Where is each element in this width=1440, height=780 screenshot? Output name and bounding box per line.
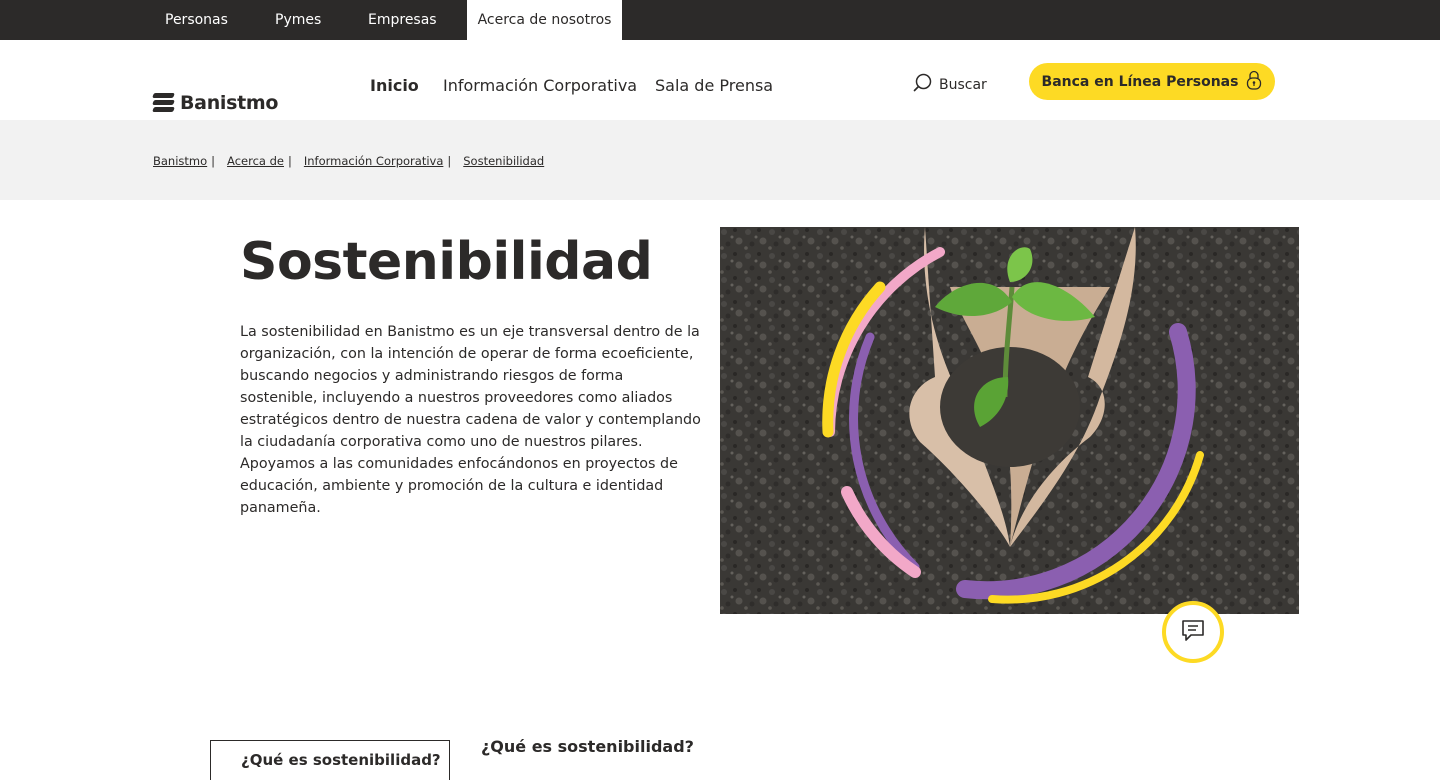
breadcrumb-separator: | (211, 154, 216, 168)
page-title: Sostenibilidad (240, 232, 653, 292)
segment-bar: Personas Pymes Empresas Acerca de nosotr… (0, 0, 1440, 40)
segment-acerca-de-nosotros[interactable]: Acerca de nosotros (467, 0, 622, 40)
nav-sala-de-prensa[interactable]: Sala de Prensa (655, 76, 773, 95)
online-banking-button[interactable]: Banca en Línea Personas (1029, 63, 1275, 100)
segment-personas[interactable]: Personas (165, 0, 228, 40)
hero-image-seedling (720, 227, 1299, 614)
search-icon (913, 73, 933, 97)
banistmo-logo-icon (152, 93, 175, 113)
section-heading: ¿Qué es sostenibilidad? (481, 737, 694, 756)
lock-icon (1246, 70, 1262, 94)
banistmo-logo[interactable]: Banistmo (152, 92, 279, 114)
chat-icon (1179, 616, 1207, 648)
nav-inicio[interactable]: Inicio (370, 76, 419, 95)
breadcrumb-sostenibilidad[interactable]: Sostenibilidad (463, 154, 544, 168)
tab-que-es-sostenibilidad[interactable]: ¿Qué es sostenibilidad? (210, 740, 450, 780)
segment-empresas[interactable]: Empresas (368, 0, 437, 40)
search-label: Buscar (939, 77, 987, 93)
breadcrumb-acerca-de[interactable]: Acerca de (227, 154, 284, 168)
online-banking-label: Banca en Línea Personas (1041, 73, 1239, 90)
breadcrumb-informacion-corporativa[interactable]: Información Corporativa (304, 154, 444, 168)
site-header: Banistmo Inicio Información Corporativa … (0, 40, 1440, 120)
breadcrumb-separator: | (447, 154, 452, 168)
breadcrumb-banistmo[interactable]: Banistmo (153, 154, 207, 168)
chat-button[interactable] (1162, 601, 1224, 663)
breadcrumb: Banistmo | Acerca de | Información Corpora… (153, 154, 544, 168)
logo-text: Banistmo (180, 92, 279, 114)
nav-informacion-corporativa[interactable]: Información Corporativa (443, 76, 637, 95)
breadcrumb-separator: | (288, 154, 292, 168)
breadcrumb-bar: Banistmo | Acerca de | Información Corpora… (0, 120, 1440, 200)
intro-paragraph: La sostenibilidad en Banistmo es un eje … (240, 324, 701, 516)
search-button[interactable]: Buscar (913, 73, 987, 97)
segment-pymes[interactable]: Pymes (275, 0, 321, 40)
